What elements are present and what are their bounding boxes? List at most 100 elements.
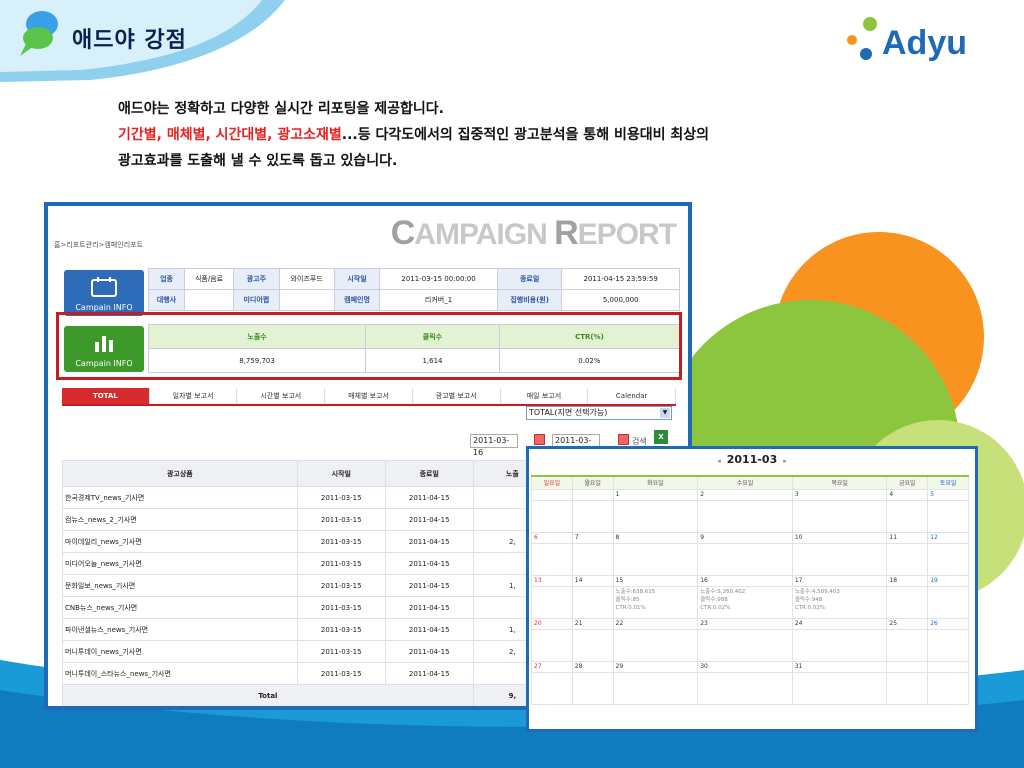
campaign-info-button[interactable]: Campain INFO [64, 270, 144, 316]
day-number[interactable]: 18 [886, 574, 929, 587]
day-cell [571, 499, 614, 533]
info-label-campaign: 캠페인명 [333, 289, 381, 311]
day-number[interactable]: 13 [531, 574, 573, 587]
total-label: Total [62, 684, 474, 706]
next-month-icon[interactable]: ▸ [783, 457, 787, 465]
calendar-panel: ◂ 2011-03 ▸ 일요일 월요일 화요일 수요일 목요일 금요일 토요일 1 2 3 4 5 6 7 8 9… [526, 446, 978, 732]
end-cell: 2011-04-15 [384, 596, 474, 619]
week-detail-row [531, 671, 969, 705]
placement-select[interactable]: TOTAL(지면 선택가능) ▼ [526, 406, 672, 420]
day-number[interactable]: 26 [927, 617, 969, 630]
info-label-cost: 집행비용(원) [496, 289, 563, 311]
table-header-row: 광고상품 시작일 종료일 노출 [62, 460, 553, 487]
info-label-end: 종료일 [496, 268, 563, 290]
weekday-header: 수요일 [697, 475, 793, 490]
day-number[interactable]: 5 [927, 488, 969, 501]
day-cell [571, 671, 614, 705]
day-number[interactable]: 23 [697, 617, 793, 630]
tab-total[interactable]: TOTAL [62, 388, 150, 404]
day-cell [886, 671, 929, 705]
day-stat: CTR:0.01% [615, 604, 646, 611]
highlight-box [56, 312, 682, 380]
day-number[interactable]: 20 [531, 617, 573, 630]
day-number[interactable]: 7 [571, 531, 614, 544]
calendar-picker-icon[interactable] [618, 434, 629, 445]
report-title: CAMPAIGN REPORT [390, 214, 677, 252]
day-number[interactable]: 6 [531, 531, 573, 544]
col-header-start: 시작일 [296, 460, 386, 487]
day-number[interactable]: 14 [571, 574, 614, 587]
day-number[interactable]: 27 [531, 660, 573, 673]
day-number[interactable]: 25 [886, 617, 929, 630]
day-number[interactable]: 19 [927, 574, 969, 587]
day-cell [571, 628, 614, 662]
info-value-end: 2011-04-15 23:59:59 [561, 268, 680, 290]
calendar-picker-icon[interactable] [534, 434, 545, 445]
table-row[interactable]: 머니투데이_스타뉴스_news_기사면 2011-03-15 2011-04-15 [62, 662, 553, 685]
day-number[interactable]: 22 [612, 617, 699, 630]
intro-line-1: 애드야는 정확하고 다양한 실시간 리포팅을 제공합니다. [118, 101, 444, 117]
table-row[interactable]: 파이낸셜뉴스_news_기사면 2011-03-15 2011-04-15 1, [62, 618, 553, 641]
weekday-header: 토요일 [927, 475, 969, 490]
day-cell [927, 671, 969, 705]
tab-ad[interactable]: 광고별 보고서 [413, 388, 501, 404]
day-number[interactable]: 17 [791, 574, 888, 587]
intro-line-3: 광고효과를 도출해 낼 수 있도록 돕고 있습니다. [118, 153, 398, 169]
week-detail-row [531, 499, 969, 533]
day-number[interactable]: 1 [612, 488, 699, 501]
product-cell: 문화일보_news_기사면 [62, 574, 298, 597]
day-number[interactable]: 29 [612, 660, 699, 673]
day-number[interactable]: 9 [697, 531, 793, 544]
day-number[interactable] [927, 660, 969, 673]
table-row[interactable]: 컴뉴스_news_2_기사면 2011-03-15 2011-04-15 [62, 508, 553, 531]
day-number[interactable]: 11 [886, 531, 929, 544]
day-cell [612, 628, 699, 662]
day-number[interactable]: 30 [697, 660, 793, 673]
info-value-campaign: 리커버_1 [379, 289, 498, 311]
start-cell: 2011-03-15 [296, 618, 386, 641]
week-detail-row [531, 628, 969, 662]
day-number[interactable]: 31 [791, 660, 888, 673]
day-number[interactable]: 10 [791, 531, 888, 544]
day-cell: 노출수:638,615 클릭수:85 CTR:0.01% [612, 585, 699, 619]
day-number[interactable]: 15 [612, 574, 699, 587]
day-cell [697, 671, 793, 705]
day-number[interactable] [886, 660, 929, 673]
product-cell: 컴뉴스_news_2_기사면 [62, 508, 298, 531]
day-number[interactable] [571, 488, 614, 501]
table-row[interactable]: CNB뉴스_news_기사면 2011-03-15 2011-04-15 [62, 596, 553, 619]
date-from-input[interactable]: 2011-03-16 [470, 434, 518, 457]
weekday-header: 월요일 [571, 475, 614, 490]
day-number[interactable]: 28 [571, 660, 614, 673]
tab-media[interactable]: 매체별 보고서 [325, 388, 413, 404]
table-row[interactable]: 문화일보_news_기사면 2011-03-15 2011-04-15 1, [62, 574, 553, 597]
weekday-header: 화요일 [612, 475, 699, 490]
table-row[interactable]: 머니투데이_news_기사면 2011-03-15 2011-04-15 2, [62, 640, 553, 663]
table-row[interactable]: 마이데일리_news_기사면 2011-03-15 2011-04-15 2, [62, 530, 553, 553]
day-number[interactable]: 12 [927, 531, 969, 544]
day-number[interactable]: 8 [612, 531, 699, 544]
tab-daily[interactable]: 일자별 보고서 [150, 388, 238, 404]
adyu-logo: Adyu [847, 17, 967, 62]
day-number[interactable]: 4 [886, 488, 929, 501]
day-number[interactable]: 3 [791, 488, 888, 501]
info-label-media-rep: 미디어랩 [233, 289, 280, 311]
day-cell [531, 542, 573, 576]
end-cell: 2011-04-15 [384, 662, 474, 685]
day-number[interactable]: 21 [571, 617, 614, 630]
product-cell: CNB뉴스_news_기사면 [62, 596, 298, 619]
day-number[interactable]: 2 [697, 488, 793, 501]
tab-everyday[interactable]: 매일 보고서 [501, 388, 589, 404]
product-cell: 머니투데이_스타뉴스_news_기사면 [62, 662, 298, 685]
day-number[interactable] [531, 488, 573, 501]
day-number[interactable]: 24 [791, 617, 888, 630]
prev-month-icon[interactable]: ◂ [717, 457, 721, 465]
tab-calendar[interactable]: Calendar [588, 388, 677, 404]
day-cell [886, 628, 929, 662]
table-row[interactable]: 미디어오늘_news_기사면 2011-03-15 2011-04-15 [62, 552, 553, 575]
day-number[interactable]: 16 [697, 574, 793, 587]
excel-export-icon[interactable]: X [654, 430, 668, 444]
day-cell [791, 542, 888, 576]
tab-hourly[interactable]: 시간별 보고서 [237, 388, 326, 404]
table-row[interactable]: 한국경제TV_news_기사면 2011-03-15 2011-04-15 [62, 486, 553, 509]
